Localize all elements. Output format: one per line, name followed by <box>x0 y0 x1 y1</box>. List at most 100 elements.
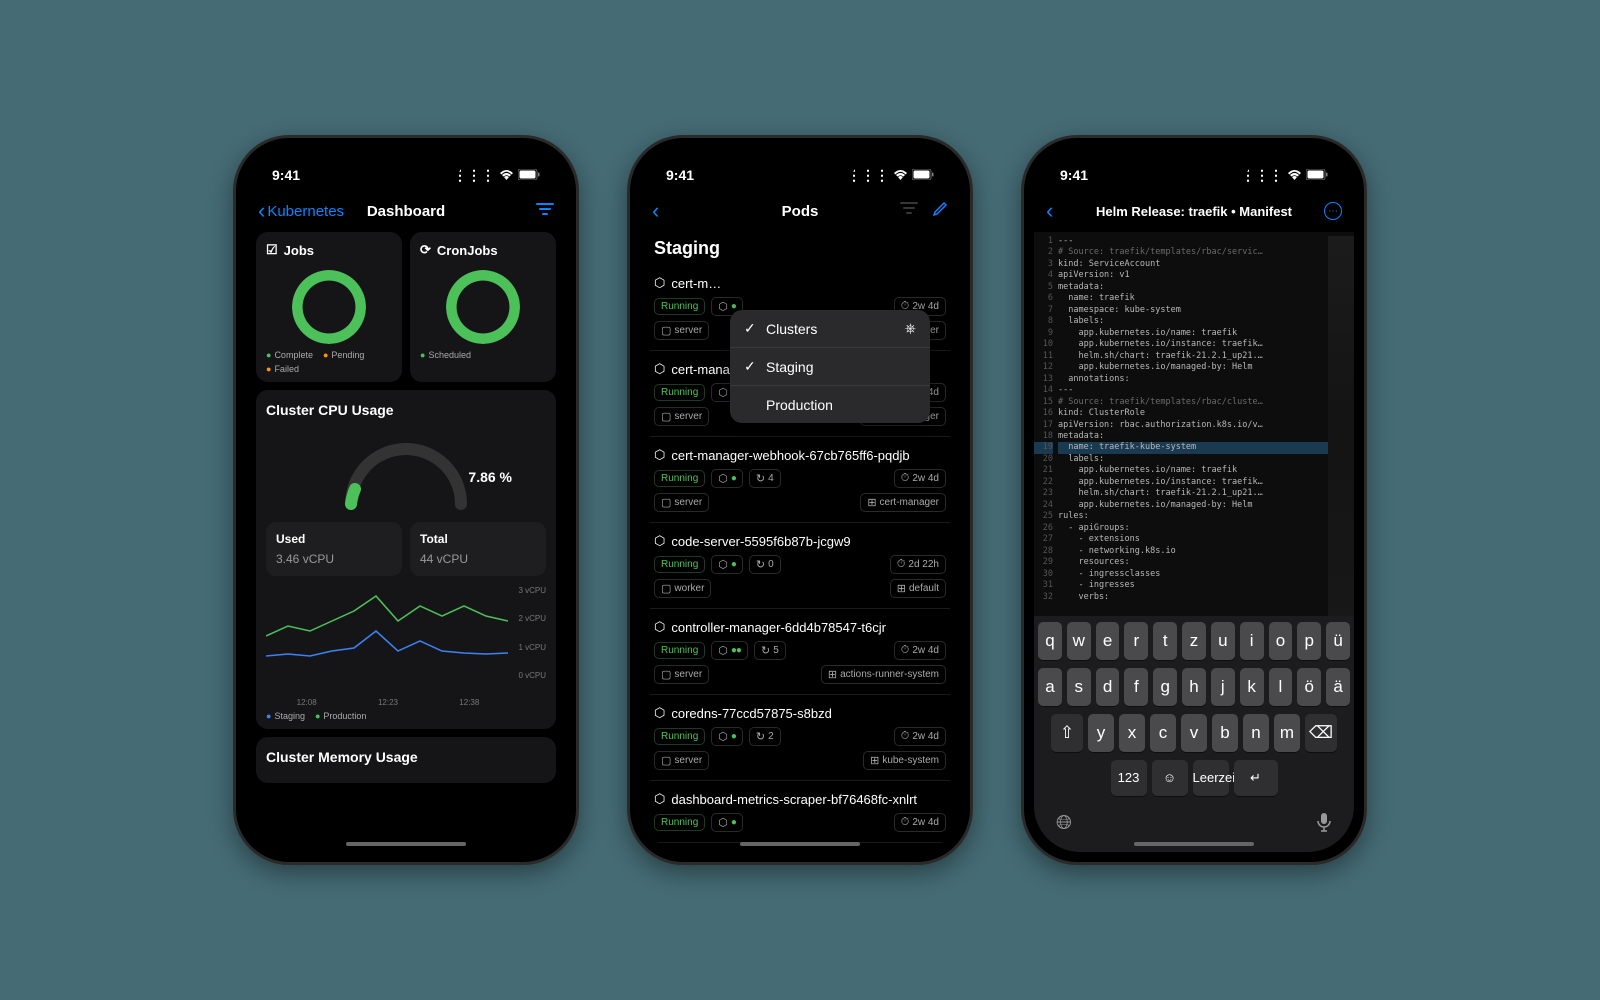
key-j[interactable]: j <box>1211 668 1235 706</box>
key-u[interactable]: u <box>1211 622 1235 660</box>
containers-badge: ⬡ ● <box>711 469 743 488</box>
dynamic-island <box>745 150 855 180</box>
cpu-title: Cluster CPU Usage <box>266 402 546 418</box>
key-y[interactable]: y <box>1088 714 1114 752</box>
keyboard: qwertzuiopü asdfghjklöä ⇧yxcvbnm⌫ 123 ☺ … <box>1034 616 1354 852</box>
cronjobs-title: CronJobs <box>437 243 498 258</box>
globe-icon[interactable]: 🌐︎ <box>1056 812 1072 838</box>
pod-item[interactable]: ⬡controller-manager-6dd4b78547-t6cjr Run… <box>650 611 950 695</box>
cronjobs-donut <box>446 270 520 344</box>
age-badge: ⏱ 2w 4d <box>894 813 946 832</box>
jobs-title: Jobs <box>284 243 314 258</box>
pod-item[interactable]: ⬡code-server-5595f6b87b-jcgw9 Running ⬡ … <box>650 525 950 609</box>
key-return[interactable]: ↵ <box>1234 760 1278 796</box>
pod-item[interactable]: ⬡dashboard-metrics-scraper-bf76468fc-xnl… <box>650 783 950 843</box>
node-badge: ▢ server <box>654 751 709 770</box>
key-z[interactable]: z <box>1182 622 1206 660</box>
key-ü[interactable]: ü <box>1326 622 1350 660</box>
filter-icon[interactable] <box>536 202 554 221</box>
minimap[interactable] <box>1328 236 1354 616</box>
back-button[interactable]: ‹ <box>652 200 659 222</box>
key-ö[interactable]: ö <box>1297 668 1321 706</box>
jobs-card[interactable]: ☑ Jobs Complete Pending Failed <box>256 232 402 382</box>
key-w[interactable]: w <box>1067 622 1091 660</box>
key-l[interactable]: l <box>1269 668 1293 706</box>
pod-item[interactable]: ⬡coredns-77ccd57875-s8bzd Running ⬡ ● ↻ … <box>650 697 950 781</box>
key-a[interactable]: a <box>1038 668 1062 706</box>
node-badge: ▢ server <box>654 321 709 340</box>
age-badge: ⏱ 2d 22h <box>890 555 946 574</box>
key-c[interactable]: c <box>1150 714 1176 752</box>
status-badge: Running <box>654 298 705 315</box>
node-badge: ▢ worker <box>654 579 711 598</box>
code-editor[interactable]: 1234567891011121314151617181920212223242… <box>1034 232 1354 616</box>
key-123[interactable]: 123 <box>1111 760 1147 796</box>
pod-name-label: code-server-5595f6b87b-jcgw9 <box>671 534 850 549</box>
key-t[interactable]: t <box>1153 622 1177 660</box>
cronjobs-card[interactable]: ⟳ CronJobs Scheduled <box>410 232 556 382</box>
key-o[interactable]: o <box>1269 622 1293 660</box>
key-⌫[interactable]: ⌫ <box>1305 714 1337 752</box>
key-e[interactable]: e <box>1096 622 1120 660</box>
restarts-badge: ↻ 4 <box>749 469 781 488</box>
key-g[interactable]: g <box>1153 668 1177 706</box>
home-indicator[interactable] <box>740 842 860 846</box>
cpu-chart: 3 vCPU 2 vCPU 1 vCPU 0 vCPU <box>266 586 546 696</box>
popover-item-production[interactable]: ✓ Production <box>730 386 930 423</box>
containers-badge: ⬡ ● <box>711 727 743 746</box>
key-ä[interactable]: ä <box>1326 668 1350 706</box>
helm-wheel-icon: ⎈ <box>905 320 916 337</box>
battery-icon <box>912 167 934 183</box>
key-p[interactable]: p <box>1297 622 1321 660</box>
key-r[interactable]: r <box>1124 622 1148 660</box>
dynamic-island <box>351 150 461 180</box>
clock: 9:41 <box>272 167 300 183</box>
wifi-icon <box>499 167 514 183</box>
clock-icon: ⟳ <box>420 242 431 258</box>
key-b[interactable]: b <box>1212 714 1238 752</box>
key-q[interactable]: q <box>1038 622 1062 660</box>
age-badge: ⏱ 2w 4d <box>894 641 946 660</box>
section-header: Staging <box>650 232 950 267</box>
node-badge: ▢ server <box>654 493 709 512</box>
cube-icon: ⬡ <box>654 705 665 721</box>
edit-icon[interactable] <box>932 201 948 222</box>
more-icon[interactable]: ⋯ <box>1324 202 1342 220</box>
key-m[interactable]: m <box>1274 714 1300 752</box>
key-h[interactable]: h <box>1182 668 1206 706</box>
key-i[interactable]: i <box>1240 622 1264 660</box>
clock: 9:41 <box>666 167 694 183</box>
status-badge: Running <box>654 556 705 573</box>
back-button[interactable]: ‹ Kubernetes <box>258 200 344 222</box>
check-icon: ✓ <box>744 358 758 375</box>
popover-item-staging[interactable]: ✓ Staging <box>730 348 930 386</box>
key-x[interactable]: x <box>1119 714 1145 752</box>
namespace-badge: ⊞ cert-manager <box>860 493 946 512</box>
key-s[interactable]: s <box>1067 668 1091 706</box>
home-indicator[interactable] <box>1134 842 1254 846</box>
pod-name-label: cert-m… <box>671 276 721 291</box>
mic-icon[interactable] <box>1316 812 1332 838</box>
status-badge: Running <box>654 470 705 487</box>
filter-icon[interactable] <box>900 201 918 222</box>
key-⇧[interactable]: ⇧ <box>1051 714 1083 752</box>
key-k[interactable]: k <box>1240 668 1264 706</box>
key-f[interactable]: f <box>1124 668 1148 706</box>
pod-name-label: coredns-77ccd57875-s8bzd <box>671 706 831 721</box>
restarts-badge: ↻ 0 <box>749 555 781 574</box>
status-badge: Running <box>654 814 705 831</box>
key-space[interactable]: Leerzeichen <box>1193 760 1229 796</box>
key-d[interactable]: d <box>1096 668 1120 706</box>
nav-bar: ‹ Kubernetes Dashboard <box>246 194 566 232</box>
restarts-badge: ↻ 5 <box>754 641 786 660</box>
status-badge: Running <box>654 384 705 401</box>
cpu-used: Used 3.46 vCPU <box>266 522 402 576</box>
status-icons: ⋮⋮⋮ <box>1241 167 1328 184</box>
key-n[interactable]: n <box>1243 714 1269 752</box>
home-indicator[interactable] <box>346 842 466 846</box>
jobs-donut <box>292 270 366 344</box>
back-button[interactable]: ‹ <box>1046 200 1053 222</box>
key-v[interactable]: v <box>1181 714 1207 752</box>
pod-item[interactable]: ⬡cert-manager-webhook-67cb765ff6-pqdjb R… <box>650 439 950 523</box>
key-emoji[interactable]: ☺ <box>1152 760 1188 796</box>
